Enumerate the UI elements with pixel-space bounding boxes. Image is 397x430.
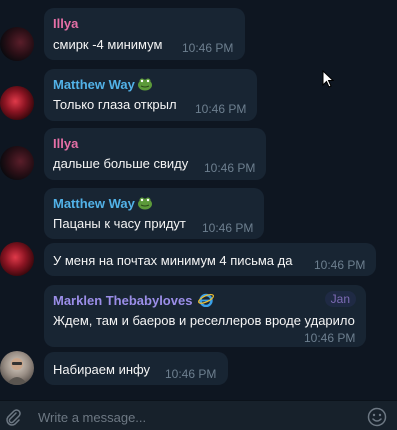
person-photo-icon (6, 358, 28, 385)
message-bubble[interactable]: У меня на почтах минимум 4 письма да 10:… (44, 243, 376, 276)
message-bubble[interactable]: Matthew Way Пацаны к часу придут 10:46 P… (44, 188, 264, 239)
frog-emoji (137, 78, 152, 91)
avatar[interactable] (0, 86, 34, 120)
avatar[interactable] (0, 146, 34, 180)
sender-link[interactable]: Matthew Way (53, 196, 153, 211)
message-text: смирк -4 минимум (53, 37, 163, 52)
sender-name: Matthew Way (53, 77, 135, 92)
message-time: 10:46 PM (182, 41, 234, 55)
message-composer: Write a message... (0, 400, 397, 430)
message-time: 10:46 PM (202, 221, 254, 235)
sender-link[interactable]: Matthew Way (53, 77, 153, 92)
chat-history[interactable]: Illya смирк -4 минимум 10:46 PM Matthew … (0, 0, 397, 400)
sender-name: Marklen Thebabyloves (53, 293, 193, 308)
message-bubble[interactable]: Illya смирк -4 минимум 10:46 PM (44, 8, 245, 60)
ie-logo-icon (198, 293, 215, 307)
message-input[interactable]: Write a message... (38, 410, 146, 425)
author-tag: Jan (324, 291, 356, 307)
mouse-cursor-icon (322, 70, 334, 88)
message-time: 10:46 PM (165, 367, 217, 381)
avatar[interactable] (0, 242, 34, 276)
message-time: 10:46 PM (304, 331, 356, 345)
message-text: Только глаза открыл (53, 97, 177, 112)
sender-name[interactable]: Illya (53, 136, 78, 151)
message-text: дальше больше свиду (53, 156, 189, 171)
emoji-icon[interactable] (367, 407, 387, 427)
message-text: Пацаны к часу придут (53, 216, 186, 231)
message-time: 10:46 PM (314, 258, 366, 272)
message-text: Набираем инфу (53, 362, 151, 377)
sender-name: Matthew Way (53, 196, 135, 211)
message-time: 10:46 PM (195, 102, 247, 116)
avatar[interactable] (0, 27, 34, 61)
message-bubble[interactable]: Matthew Way Только глаза открыл 10:46 PM (44, 69, 257, 121)
sender-name[interactable]: Illya (53, 16, 78, 31)
message-bubble[interactable]: Marklen Thebabyloves Jan Ждем, там и бае… (44, 285, 366, 347)
message-text: У меня на почтах минимум 4 письма да (53, 253, 293, 268)
frog-emoji (137, 197, 152, 210)
avatar[interactable] (0, 351, 34, 385)
message-bubble[interactable]: Illya дальше больше свиду 10:46 PM (44, 128, 266, 180)
paperclip-icon[interactable] (4, 408, 22, 426)
message-text: Ждем, там и баеров и реселлеров вроде уд… (53, 313, 355, 328)
message-bubble[interactable]: Набираем инфу 10:46 PM (44, 352, 228, 385)
message-time: 10:46 PM (204, 161, 256, 175)
sender-link[interactable]: Marklen Thebabyloves (53, 293, 215, 308)
